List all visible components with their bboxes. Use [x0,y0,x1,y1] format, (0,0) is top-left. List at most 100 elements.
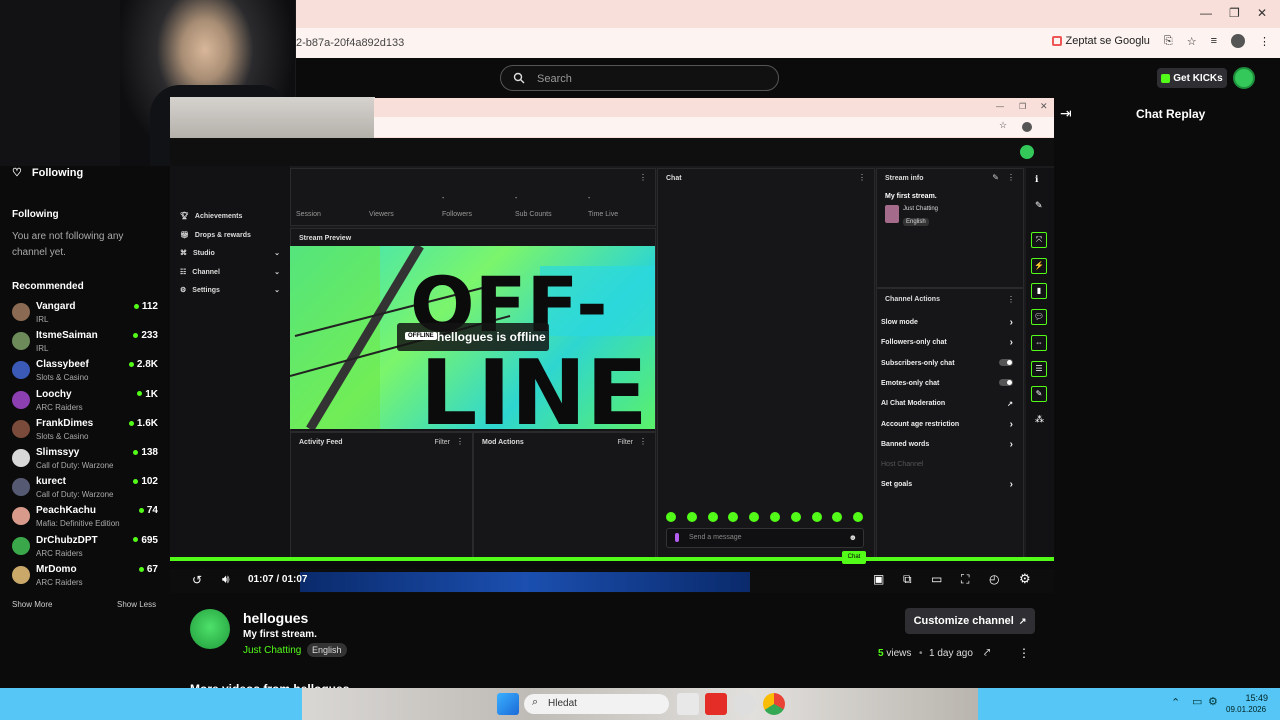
close-icon[interactable]: ✕ [1257,6,1267,20]
channel-category: Slots & Casino [36,431,89,441]
bookmark-star-icon[interactable]: ☆ [1187,35,1197,48]
clock-date[interactable]: 09.01.2026 [1226,705,1266,714]
network-icon[interactable]: ▭ [1192,695,1202,708]
sidebar-channel-item[interactable]: ItsmeSaiman IRL 233 [12,330,162,359]
profile-avatar[interactable] [1231,34,1245,48]
rail-tool-icon: ▮ [1031,283,1047,300]
collapse-chat-icon[interactable]: ⇥ [1060,105,1072,122]
svg-text:LINE: LINE [420,341,648,429]
following-empty-text: You are not following any channel yet. [12,231,124,258]
url-text[interactable]: 2-b87a-20f4a892d133 [296,37,404,49]
channel-name: FrankDimes [36,417,94,429]
sidebar-channel-item[interactable]: Slimssyy Call of Duty: Warzone 138 [12,447,162,476]
ask-google-button[interactable]: Zeptat se Googlu [1051,35,1150,47]
live-dot-icon [133,537,139,543]
emote-icon [686,512,697,522]
chat-message-input: Send a message ☻ [666,528,864,548]
sidebar-channel-item[interactable]: Classybeef Slots & Casino 2.8K [12,359,162,388]
stat-item: - Followers [442,195,512,223]
channel-avatar-small [12,478,30,497]
minimize-icon[interactable]: — [1200,6,1212,20]
menu-item-icon: ⌘ [180,250,187,257]
category-thumbnail [885,205,899,223]
following-heading: Following [12,209,59,220]
replay-icon[interactable]: ↺ [192,573,202,587]
chat-identity-icon [675,533,679,542]
chat-panel: Chat ⋮ Send a message ☻ [657,168,875,560]
channel-avatar[interactable] [190,609,230,649]
chat-replay-panel: ⇥ Chat Replay [1054,100,1280,688]
channel-actions-title: Channel Actions [885,296,940,303]
channel-name: DrChubzDPT [36,534,98,546]
sidebar-channel-item[interactable]: Vangard IRL 112 [12,301,162,330]
video-category[interactable]: Just Chatting [243,645,301,656]
edit-pencil-icon: ✎ [992,173,999,182]
theater-mode-icon[interactable]: ▭ [931,572,942,586]
sidebar-channel-item[interactable]: FrankDimes Slots & Casino 1.6K [12,418,162,447]
get-kicks-button[interactable]: Get KICKs [1157,68,1227,88]
emote-icon [666,512,676,522]
playback-speed-icon[interactable]: ◴ [989,572,999,586]
channel-name: kurect [36,476,67,488]
channel-category: IRL [36,315,49,324]
browser-menu-icon[interactable]: ⋮ [1259,35,1270,48]
os-search-label: Hledat [548,698,577,709]
show-more-button[interactable]: Show More [12,600,52,609]
channel-category: Call of Duty: Warzone [36,490,114,500]
channel-name[interactable]: hellogues [243,610,308,626]
channel-name: Classybeef [36,359,89,371]
live-dot-icon [133,449,139,455]
fullscreen-icon[interactable]: ⛶ [961,572,969,587]
language-tag[interactable]: English [307,643,347,657]
stat-label: Sub Counts [515,211,552,218]
miniplayer-icon[interactable]: ▣ [873,572,884,586]
sidebar-following-nav[interactable]: ♡ Following [12,166,83,180]
settings-icon[interactable]: ⚙ [1208,695,1218,708]
stream-info-title-text: My first stream. [885,193,937,200]
tray-chevron-icon[interactable]: ⌃ [1171,696,1180,709]
show-less-button[interactable]: Show Less [117,600,156,609]
youtube-icon[interactable] [705,693,727,715]
user-avatar[interactable] [1233,67,1255,89]
emote-icon [811,512,822,522]
dashboard-menu-item: ⚙ Settings ⌄ [180,287,280,294]
view-count: 5 views [878,648,912,659]
kick-logo-icon [1161,73,1171,83]
clock-time[interactable]: 15:49 [1232,693,1268,703]
inner-chat-button: Chat [842,551,866,564]
sidebar-channel-item[interactable]: kurect Call of Duty: Warzone 102 [12,476,162,505]
maximize-icon[interactable]: ❐ [1229,6,1240,20]
dashboard-menu-item: ⌘ Studio ⌄ [180,250,280,257]
progress-track[interactable] [170,557,1054,561]
task-view-icon[interactable] [677,693,699,715]
live-dot-icon [137,391,143,397]
emote-icon [790,512,801,522]
channel-avatar-small [12,390,30,409]
rail-tool-icon: ⚡ [1031,257,1047,274]
settings-gear-icon[interactable]: ⚙ [1019,571,1031,587]
sidebar-channel-item[interactable]: DrChubzDPT ARC Raiders 695 [12,535,162,564]
sidebar-channel-item[interactable]: Loochy ARC Raiders 1K [12,389,162,418]
inner-user-avatar [1020,145,1034,159]
search-input[interactable]: Search [500,65,779,91]
media-control-icon[interactable]: ≡ [1211,35,1217,47]
more-options-icon[interactable]: ⋮ [1018,646,1030,660]
customize-channel-button[interactable]: Customize channel ↗ [905,608,1035,634]
stream-info-category: Just Chatting [903,206,939,212]
sidebar-channel-item[interactable]: MrDomo ARC Raiders 67 [12,564,162,593]
share-icon[interactable]: ⤤ [984,647,990,660]
emote-bar [666,512,866,524]
os-search-box[interactable]: ⌕ Hledat [524,694,669,714]
ask-google-label: Zeptat se Googlu [1065,35,1150,47]
inner-minimize-icon: — [996,102,1004,111]
sidebar-channel-item[interactable]: PeachKachu Mafia: Definitive Edition 74 [12,505,162,534]
chrome-icon[interactable] [763,693,785,715]
channel-avatar-small [12,565,30,584]
clip-icon[interactable]: ⧉ [903,572,912,587]
volume-icon[interactable]: 🔊︎ [222,572,230,587]
live-dot-icon [128,420,134,426]
translate-icon[interactable]: ⎘ [1164,35,1173,48]
app-icon[interactable] [734,693,756,715]
windows-start-icon[interactable] [497,693,519,715]
info-icon: ℹ [1035,174,1039,184]
